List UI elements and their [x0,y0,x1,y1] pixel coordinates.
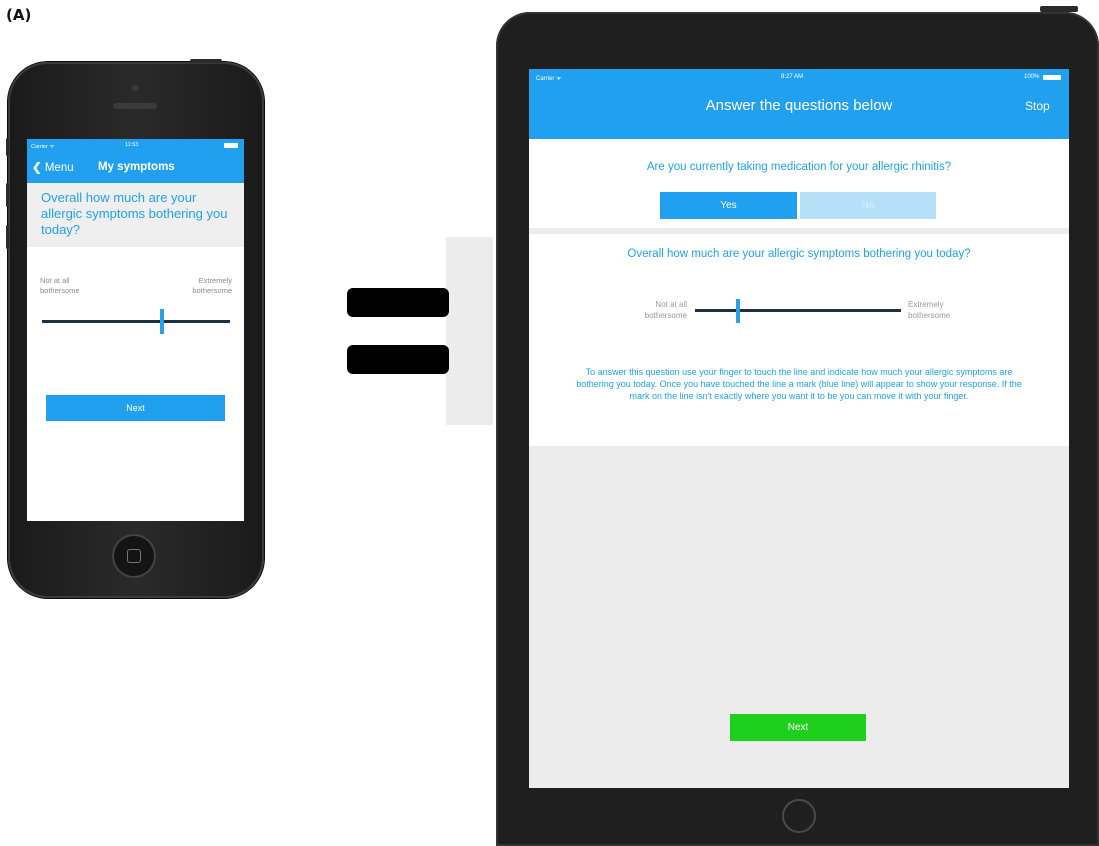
chevron-left-icon: ❮ [32,162,42,174]
tablet-screen: Carrier ᯤ 8:27 AM 100% Answer the questi… [529,69,1069,788]
phone-slider-mark[interactable] [160,309,165,334]
phone-status-bar: Carrier ᯤ 11:53 [27,139,244,152]
medication-question: Are you currently taking medication for … [646,161,952,173]
phone-camera [132,85,138,91]
stop-button[interactable]: Stop [1025,99,1050,113]
battery-icon [1043,75,1061,80]
phone-carrier: Carrier ᯤ [31,144,55,150]
phone-mute-switch [6,138,9,156]
tablet-scale-right-label: Extremely bothersome [908,300,951,320]
phone-next-button[interactable]: Next [46,395,225,421]
tablet-slider-mark[interactable] [736,299,741,323]
battery-icon [224,143,238,148]
phone-scale-right-label: Extremely bothersome [192,276,232,295]
home-square-icon [127,549,141,563]
equals-backdrop [446,237,493,425]
phone-time: 11:53 [125,142,139,148]
back-label: Menu [44,162,74,174]
tablet-home-button[interactable] [782,799,816,833]
slider-instructions: To answer this question use your finger … [576,367,1022,401]
tablet-slider-track[interactable] [695,309,901,312]
phone-screen: Carrier ᯤ 11:53 ❮ Menu My symptoms Overa… [27,139,244,521]
equals-bar-bottom [347,345,449,374]
phone-volume-up [6,183,9,207]
phone-nav-bar: ❮ Menu My symptoms [27,152,244,183]
phone-slider-track[interactable] [42,320,230,323]
tablet-next-button[interactable]: Next [730,714,866,741]
tablet-power-button [1040,6,1078,12]
figure-label: (A) [6,6,32,24]
back-button[interactable]: ❮ Menu [32,160,74,174]
medication-question-card [529,139,1069,228]
tablet-battery-text: 100% [1024,74,1040,80]
phone-question: Overall how much are your allergic sympt… [41,190,228,237]
equals-bar-top [347,288,449,317]
phone-scale-left-label: Not at all bothersome [40,276,80,295]
yes-button[interactable]: Yes [660,192,797,219]
symptom-question-card [529,234,1069,446]
tablet-header: Carrier ᯤ 8:27 AM 100% Answer the questi… [529,69,1069,139]
tablet-scale-left-label: Not at all bothersome [644,300,687,320]
phone-power-button [190,59,222,63]
no-button[interactable]: No [800,192,936,219]
phone-volume-down [6,225,9,249]
tablet-time: 8:27 AM [781,74,804,80]
tablet-carrier: Carrier ᯤ [536,76,562,82]
tablet-header-title: Answer the questions below [705,97,893,114]
phone-nav-title: My symptoms [98,161,175,173]
phone-speaker [113,103,157,109]
symptom-question: Overall how much are your allergic sympt… [627,248,971,260]
